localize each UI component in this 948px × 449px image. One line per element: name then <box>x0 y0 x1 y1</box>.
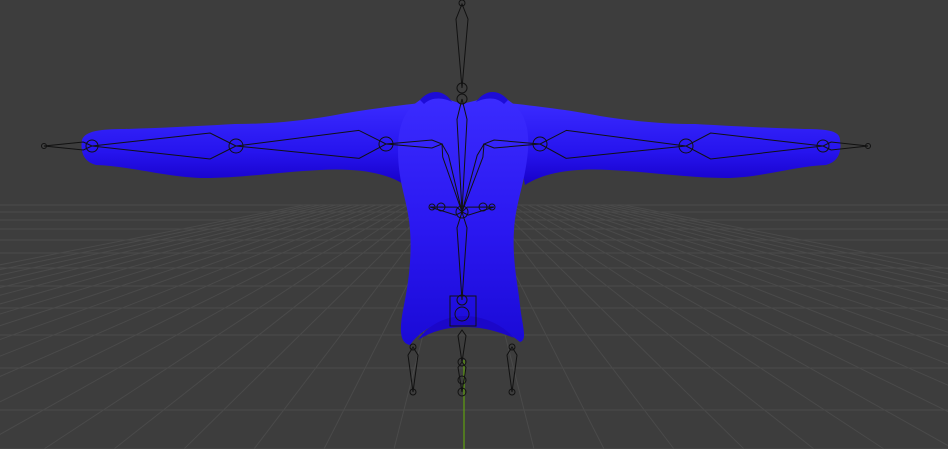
grid-line <box>0 204 329 282</box>
grid-line <box>543 204 948 365</box>
grid-line <box>503 204 815 449</box>
grid-line <box>0 204 361 315</box>
grid-line <box>591 204 948 294</box>
bone-right-thigh[interactable] <box>506 346 518 393</box>
3d-viewport[interactable] <box>0 0 948 449</box>
grid-line <box>43 204 417 449</box>
grid-line <box>615 204 948 275</box>
grid-line <box>0 204 369 327</box>
grid-line <box>0 204 393 377</box>
bone-head[interactable] <box>455 2 469 89</box>
grid-line <box>113 204 425 449</box>
bone-left-thigh[interactable] <box>407 346 419 393</box>
grid-line <box>0 204 353 305</box>
grid-line <box>511 204 885 449</box>
viewport-canvas[interactable] <box>0 0 948 449</box>
grid-line <box>0 204 401 403</box>
grid-line <box>519 204 948 447</box>
grid-line <box>0 204 313 271</box>
